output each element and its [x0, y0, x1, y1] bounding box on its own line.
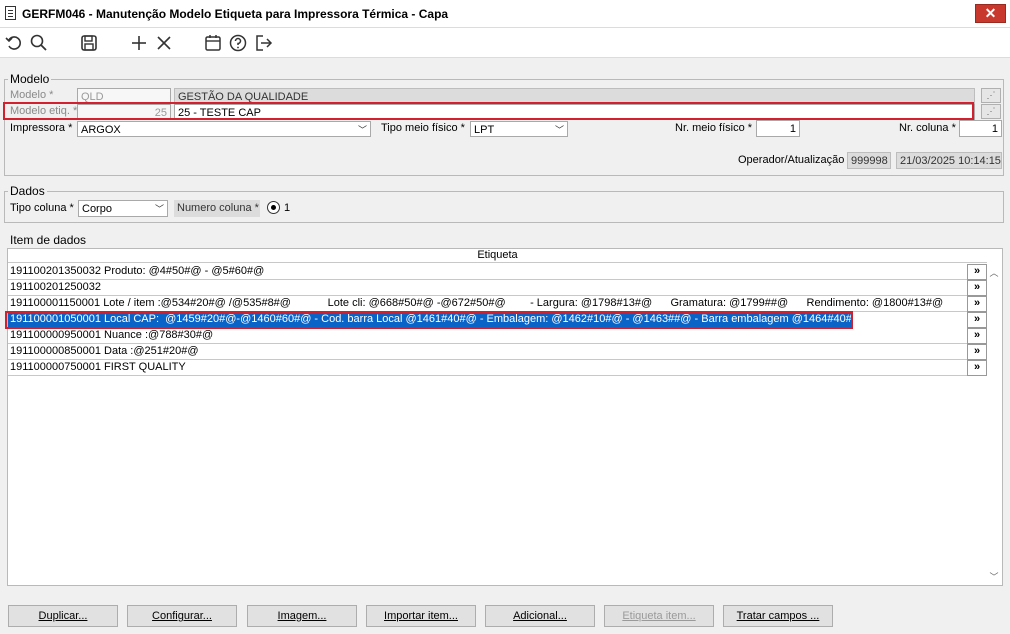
modelo-lookup-button[interactable]: ⋰ — [981, 88, 1001, 103]
tipo-coluna-select[interactable]: Corpo ﹀ — [78, 200, 168, 217]
row-expand-button[interactable]: » — [967, 328, 987, 344]
nr-coluna-field[interactable]: 1 — [959, 120, 1002, 137]
modelo-etiq-label: Modelo etiq. * — [10, 105, 78, 117]
tipo-meio-value: LPT — [474, 124, 495, 136]
operador-label: Operador/Atualização — [738, 154, 845, 166]
chevron-down-icon: ﹀ — [154, 204, 164, 214]
calendar-icon[interactable] — [203, 33, 223, 53]
add-icon[interactable] — [129, 33, 149, 53]
dados-legend: Dados — [8, 184, 47, 198]
adicional-button[interactable]: Adicional... — [485, 605, 595, 627]
numero-coluna-label: Numero coluna * — [174, 200, 260, 217]
importar-item-button[interactable]: Importar item... — [366, 605, 476, 627]
modelo-etiq-lookup-button[interactable]: ⋰ — [981, 104, 1001, 119]
modelo-etiq-code-field[interactable]: 25 — [77, 104, 171, 120]
impressora-label: Impressora * — [10, 122, 73, 134]
column-header-etiqueta[interactable]: Etiqueta — [8, 249, 987, 263]
tipo-coluna-label: Tipo coluna * — [10, 202, 74, 214]
modelo-legend: Modelo — [8, 72, 52, 86]
table-row[interactable]: 191100201350032 Produto: @4#50#@ - @5#60… — [8, 264, 968, 280]
duplicar-button[interactable]: Duplicar... — [8, 605, 118, 627]
nr-meio-label: Nr. meio físico * — [675, 122, 753, 134]
scroll-down-icon[interactable]: ﹀ — [989, 570, 999, 582]
nr-coluna-label: Nr. coluna * — [899, 122, 956, 134]
tratar-campos-button[interactable]: Tratar campos ... — [723, 605, 833, 627]
modelo-desc-field: GESTÃO DA QUALIDADE — [174, 88, 975, 104]
etiqueta-item-button[interactable]: Etiqueta item... — [604, 605, 714, 627]
modelo-code-field[interactable]: QLD — [77, 88, 171, 104]
table-row[interactable]: 191100001150001 Lote / item :@534#20#@ /… — [8, 296, 968, 312]
imagem-button[interactable]: Imagem... — [247, 605, 357, 627]
operador-field: 999998 — [847, 152, 891, 169]
row-expand-button[interactable]: » — [967, 264, 987, 280]
exit-icon[interactable] — [254, 33, 274, 53]
tipo-meio-select[interactable]: LPT ﹀ — [470, 121, 568, 137]
nr-meio-field[interactable]: 1 — [756, 120, 800, 137]
window-title: GERFM046 - Manutenção Modelo Etiqueta pa… — [22, 7, 449, 21]
row-expand-button[interactable]: » — [967, 280, 987, 296]
table-row[interactable]: 191100000850001 Data :@251#20#@ — [8, 344, 968, 360]
save-icon[interactable] — [79, 33, 99, 53]
modelo-etiq-desc-field: 25 - TESTE CAP — [174, 104, 975, 120]
undo-icon[interactable] — [4, 33, 24, 53]
row-expand-button[interactable]: » — [967, 296, 987, 312]
impressora-value: ARGOX — [81, 124, 121, 136]
tipo-meio-label: Tipo meio físico * — [381, 122, 465, 134]
numero-coluna-radio[interactable] — [267, 201, 280, 214]
document-icon — [5, 6, 16, 20]
row-expand-button[interactable]: » — [967, 312, 987, 328]
delete-icon[interactable] — [154, 33, 174, 53]
toolbar — [0, 28, 1010, 58]
items-legend: Item de dados — [8, 233, 89, 247]
chevron-down-icon: ﹀ — [554, 125, 564, 135]
tipo-coluna-value: Corpo — [82, 203, 112, 215]
search-icon[interactable] — [29, 33, 49, 53]
row-expand-button[interactable]: » — [967, 344, 987, 360]
numero-coluna-value: 1 — [284, 202, 291, 214]
help-icon[interactable] — [228, 33, 248, 53]
table-row[interactable]: 191100000750001 FIRST QUALITY — [8, 360, 968, 376]
impressora-select[interactable]: ARGOX ﹀ — [77, 121, 371, 137]
atualizacao-field: 21/03/2025 10:14:15 — [896, 152, 1002, 169]
table-row[interactable]: 191100201250032 — [8, 280, 968, 296]
table-row[interactable]: 191100000950001 Nuance :@788#30#@ — [8, 328, 968, 344]
close-button[interactable]: ✕ — [975, 4, 1006, 23]
configurar-button[interactable]: Configurar... — [127, 605, 237, 627]
chevron-down-icon: ﹀ — [357, 125, 367, 135]
row-expand-button[interactable]: » — [967, 360, 987, 376]
modelo-label: Modelo * — [10, 89, 54, 101]
table-row[interactable]: 191100001050001 Local CAP: @1459#20#@-@1… — [8, 312, 852, 328]
scroll-up-icon[interactable]: ︿ — [989, 266, 999, 278]
